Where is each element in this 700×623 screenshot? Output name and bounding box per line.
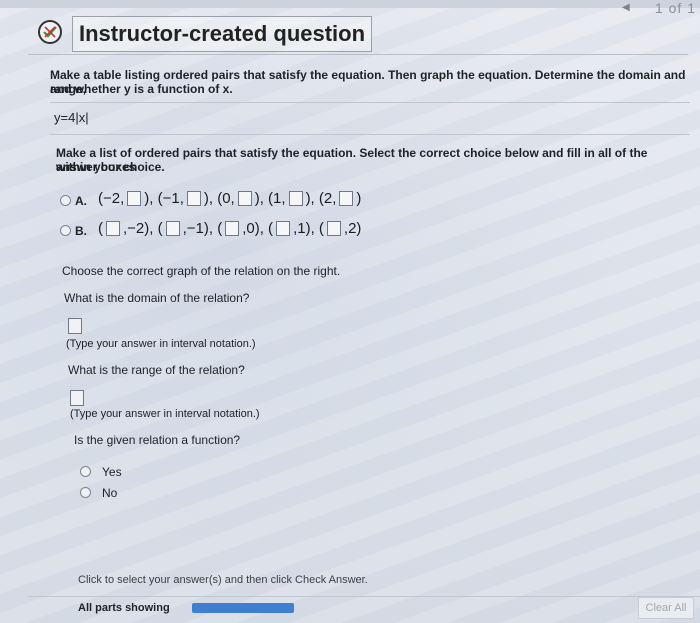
- pair-text: (: [98, 220, 103, 237]
- answer-box[interactable]: [237, 191, 252, 206]
- page: ◀ 1 of 1 Instructor-created question Mak…: [0, 0, 700, 623]
- instruction-line-2: within your choice.: [56, 160, 165, 174]
- domain-question: What is the domain of the relation?: [64, 291, 250, 305]
- answer-box[interactable]: [326, 221, 341, 236]
- clear-all-button[interactable]: Clear All: [638, 597, 694, 619]
- pair-text: ), (0,: [203, 190, 235, 207]
- option-a-pairs: (−2, ), (−1, ), (0, ), (1, ), (2, ): [98, 190, 361, 207]
- all-parts-showing: All parts showing: [78, 602, 170, 614]
- yes-label: Yes: [102, 465, 122, 479]
- answer-box[interactable]: [127, 191, 142, 206]
- answer-box[interactable]: [106, 221, 120, 236]
- no-label: No: [102, 486, 118, 500]
- answer-box[interactable]: [186, 191, 201, 206]
- footer-instruction: Click to select your answer(s) and then …: [78, 574, 368, 586]
- function-question: Is the given relation a function?: [74, 433, 241, 447]
- equation: y=4|x|: [54, 110, 89, 125]
- pair-text: ,1), (: [293, 220, 324, 237]
- answer-box[interactable]: [165, 221, 180, 236]
- graph-instruction: Choose the correct graph of the relation…: [62, 264, 341, 278]
- pair-text: ,−2), (: [123, 220, 163, 237]
- footer-divider: [28, 596, 700, 597]
- option-b-pairs: ( ,−2), ( ,−1), ( ,0), ( ,1), ( ,2): [98, 220, 361, 237]
- question-header: Instructor-created question: [28, 14, 688, 55]
- pair-text: (−2,: [98, 190, 125, 207]
- domain-answer-input[interactable]: [68, 318, 82, 334]
- top-strip: [0, 0, 700, 8]
- range-hint: (Type your answer in interval notation.): [70, 408, 260, 420]
- question-title: Instructor-created question: [72, 16, 373, 52]
- answer-box[interactable]: [339, 191, 354, 206]
- pair-text: ,2): [343, 220, 362, 237]
- previous-arrow-icon[interactable]: ◀: [622, 2, 630, 13]
- answer-box[interactable]: [276, 221, 291, 236]
- partial-credit-icon: [38, 20, 62, 44]
- pair-text: ): [356, 190, 362, 207]
- pair-text: ), (−1,: [144, 190, 184, 207]
- domain-hint: (Type your answer in interval notation.): [66, 338, 256, 350]
- answer-box[interactable]: [225, 221, 240, 236]
- no-radio[interactable]: [80, 487, 91, 498]
- prompt-line-2: and whether y is a function of x.: [50, 82, 233, 96]
- divider: [50, 134, 690, 135]
- option-a-label: A.: [75, 194, 87, 208]
- answer-box[interactable]: [288, 191, 303, 206]
- pair-text: ,0), (: [242, 220, 274, 237]
- pair-text: ), (2,: [305, 190, 337, 207]
- option-b-label: B.: [75, 224, 87, 238]
- yes-radio[interactable]: [80, 466, 91, 477]
- progress-bar[interactable]: [192, 603, 294, 613]
- divider: [50, 102, 690, 103]
- pair-text: ), (1,: [254, 190, 286, 207]
- range-answer-input[interactable]: [70, 390, 84, 406]
- pair-text: ,−1), (: [182, 220, 223, 237]
- range-question: What is the range of the relation?: [68, 363, 245, 377]
- option-b-radio[interactable]: [60, 225, 71, 236]
- option-a-radio[interactable]: [60, 195, 71, 206]
